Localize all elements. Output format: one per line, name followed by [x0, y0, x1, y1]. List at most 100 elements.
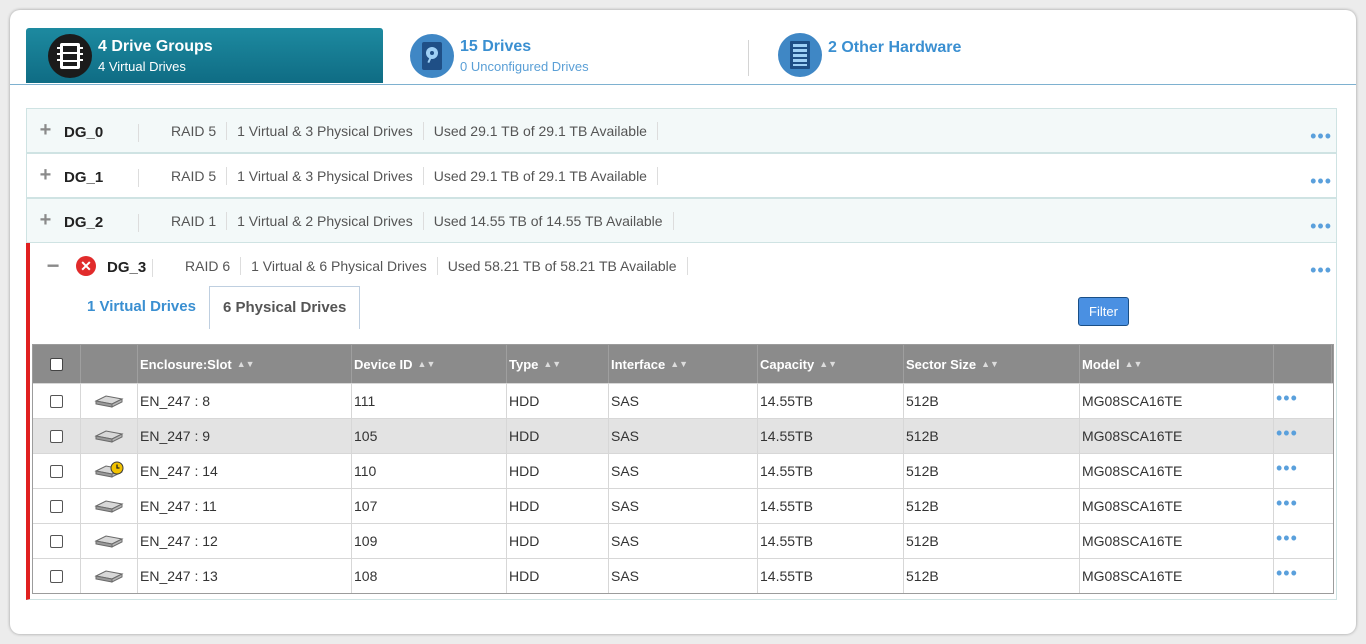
cell-capacity: 14.55TB — [758, 384, 904, 418]
physical-drives-table: Enclosure:Slot ▲▼ Device ID ▲▼ Type ▲▼ Inte… — [32, 344, 1334, 594]
more-actions-icon[interactable]: ••• — [1310, 217, 1332, 235]
column-label: Model — [1082, 356, 1120, 372]
group-raid: RAID 5 — [139, 121, 228, 140]
tab-physical-drives[interactable]: 6 Physical Drives — [208, 286, 361, 329]
cell-sector-size: 512B — [904, 524, 1080, 558]
more-actions-icon[interactable]: ••• — [1276, 529, 1298, 547]
sort-icon[interactable]: ▲▼ — [981, 359, 999, 369]
column-header[interactable]: Enclosure:Slot ▲▼ — [138, 345, 352, 383]
table-body: EN_247 : 8 111 HDD SAS 14.55TB 512B MG08SCA16T… — [33, 383, 1333, 593]
cell-model: MG08SCA16TE — [1080, 384, 1274, 418]
row-checkbox[interactable] — [50, 429, 63, 443]
table-row[interactable]: EN_247 : 13 108 HDD SAS 14.55TB 512B MG08SCA16… — [33, 558, 1333, 593]
cell-sector-size: 512B — [904, 559, 1080, 593]
expand-icon[interactable]: + — [27, 209, 64, 232]
row-actions-cell: ••• — [1274, 489, 1332, 523]
row-actions-cell: ••• — [1274, 419, 1332, 453]
more-actions-icon[interactable]: ••• — [1276, 459, 1298, 477]
drive-group-row[interactable]: + DG_1 RAID 5 1 Virtual & 3 Physical Dri… — [26, 153, 1337, 198]
group-drives: 1 Virtual & 3 Physical Drives — [227, 121, 424, 140]
sort-icon[interactable]: ▲▼ — [670, 359, 688, 369]
tab-drives[interactable]: 15 Drives 0 Unconfigured Drives — [410, 28, 589, 83]
more-actions-icon[interactable]: ••• — [1310, 172, 1332, 190]
cell-type: HDD — [507, 559, 609, 593]
group-drives: 1 Virtual & 2 Physical Drives — [227, 211, 424, 230]
more-actions-icon[interactable]: ••• — [1276, 564, 1298, 582]
tab-drive-groups[interactable]: 4 Drive Groups 4 Virtual Drives — [26, 28, 383, 83]
row-select-cell — [33, 419, 81, 453]
cell-enclosure-slot: EN_247 : 12 — [138, 524, 352, 558]
collapse-icon[interactable]: − — [30, 253, 76, 279]
more-actions-icon[interactable]: ••• — [1310, 261, 1332, 279]
group-usage: Used 14.55 TB of 14.55 TB Available — [424, 211, 674, 230]
drive-group-row[interactable]: + DG_0 RAID 5 1 Virtual & 3 Physical Dri… — [26, 108, 1337, 153]
hdd-icon — [81, 559, 138, 593]
table-row[interactable]: EN_247 : 14 110 HDD SAS 14.55TB 512B MG08SCA16… — [33, 453, 1333, 488]
cell-sector-size: 512B — [904, 489, 1080, 523]
drives-title: 15 Drives — [460, 37, 532, 55]
cell-capacity: 14.55TB — [758, 489, 904, 523]
group-drives: 1 Virtual & 6 Physical Drives — [241, 256, 438, 275]
cell-device-id: 105 — [352, 419, 507, 453]
cell-enclosure-slot: EN_247 : 11 — [138, 489, 352, 523]
cell-capacity: 14.55TB — [758, 419, 904, 453]
column-label: Enclosure:Slot — [140, 356, 232, 372]
table-row[interactable]: EN_247 : 9 105 HDD SAS 14.55TB 512B MG08SCA16T… — [33, 418, 1333, 453]
cell-interface: SAS — [609, 559, 758, 593]
select-all-checkbox[interactable] — [50, 357, 63, 371]
column-label: Capacity — [760, 356, 815, 372]
column-header[interactable]: Sector Size ▲▼ — [904, 345, 1080, 383]
row-checkbox[interactable] — [50, 499, 63, 513]
cell-capacity: 14.55TB — [758, 454, 904, 488]
cell-model: MG08SCA16TE — [1080, 489, 1274, 523]
sort-icon[interactable]: ▲▼ — [1125, 359, 1143, 369]
row-checkbox[interactable] — [50, 569, 63, 583]
expand-icon[interactable]: + — [27, 164, 64, 187]
cell-interface: SAS — [609, 419, 758, 453]
column-header[interactable]: Type ▲▼ — [507, 345, 609, 383]
cell-interface: SAS — [609, 384, 758, 418]
column-header[interactable]: Model ▲▼ — [1080, 345, 1274, 383]
tab-virtual-drives[interactable]: 1 Virtual Drives — [74, 286, 209, 329]
row-select-cell — [33, 524, 81, 558]
more-actions-icon[interactable]: ••• — [1276, 494, 1298, 512]
table-row[interactable]: EN_247 : 11 107 HDD SAS 14.55TB 512B MG08SCA16… — [33, 488, 1333, 523]
sort-icon[interactable]: ▲▼ — [237, 359, 255, 369]
table-row[interactable]: EN_247 : 12 109 HDD SAS 14.55TB 512B MG08SCA16… — [33, 523, 1333, 558]
row-checkbox[interactable] — [50, 464, 63, 478]
expand-icon[interactable]: + — [27, 119, 64, 142]
column-header[interactable]: Interface ▲▼ — [609, 345, 758, 383]
cell-enclosure-slot: EN_247 : 8 — [138, 384, 352, 418]
cell-type: HDD — [507, 524, 609, 558]
drive-group-row[interactable]: − ✕ DG_3 RAID 6 1 Virtual & 6 Physical D… — [30, 243, 1336, 288]
group-name: DG_3 — [107, 258, 153, 277]
icon-column-header — [81, 345, 138, 383]
cell-model: MG08SCA16TE — [1080, 559, 1274, 593]
more-actions-icon[interactable]: ••• — [1310, 127, 1332, 145]
sort-icon[interactable]: ▲▼ — [819, 359, 837, 369]
cell-model: MG08SCA16TE — [1080, 524, 1274, 558]
drive-group-row[interactable]: + DG_2 RAID 1 1 Virtual & 2 Physical Dri… — [26, 198, 1337, 243]
cell-sector-size: 512B — [904, 384, 1080, 418]
drive-icon — [410, 33, 454, 78]
filter-button[interactable]: Filter — [1078, 297, 1129, 326]
group-name: DG_2 — [64, 213, 139, 232]
row-checkbox[interactable] — [50, 394, 63, 408]
row-checkbox[interactable] — [50, 534, 63, 548]
hdd-rebuilding-icon — [81, 454, 138, 488]
column-header[interactable]: Capacity ▲▼ — [758, 345, 904, 383]
cell-device-id: 108 — [352, 559, 507, 593]
column-header[interactable]: Device ID ▲▼ — [352, 345, 507, 383]
tab-other-hardware[interactable]: 2 Other Hardware — [778, 28, 961, 83]
cell-device-id: 109 — [352, 524, 507, 558]
group-drives: 1 Virtual & 3 Physical Drives — [227, 166, 424, 185]
cell-interface: SAS — [609, 524, 758, 558]
sort-icon[interactable]: ▲▼ — [418, 359, 436, 369]
sort-icon[interactable]: ▲▼ — [543, 359, 561, 369]
row-actions-cell: ••• — [1274, 524, 1332, 558]
more-actions-icon[interactable]: ••• — [1276, 389, 1298, 407]
column-label: Device ID — [354, 356, 413, 372]
more-actions-icon[interactable]: ••• — [1276, 424, 1298, 442]
cell-type: HDD — [507, 454, 609, 488]
table-row[interactable]: EN_247 : 8 111 HDD SAS 14.55TB 512B MG08SCA16T… — [33, 383, 1333, 418]
